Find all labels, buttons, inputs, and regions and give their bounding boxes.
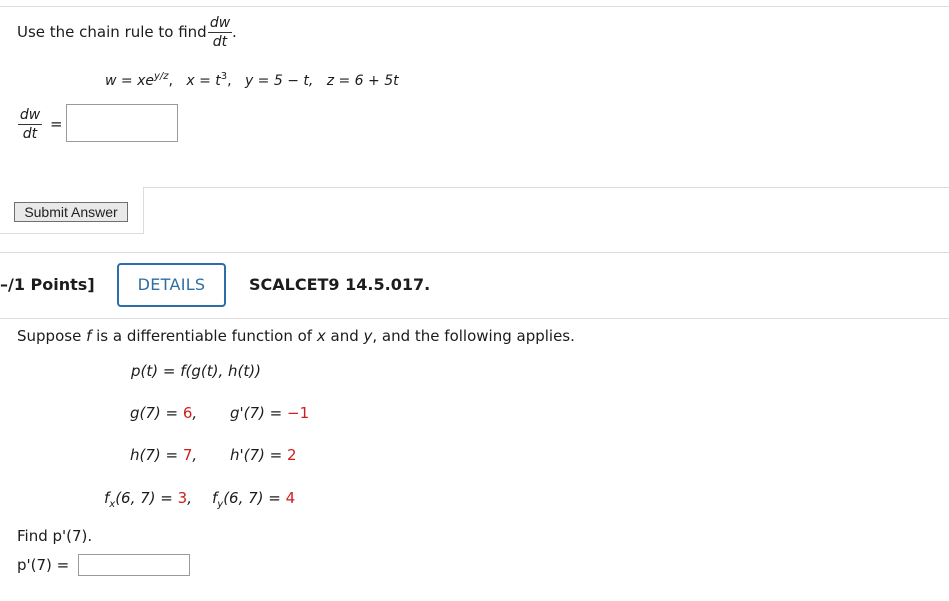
h7-number: 7 [182, 446, 193, 464]
fraction-denominator: dt [22, 126, 38, 142]
submit-answer-button[interactable]: Submit Answer [14, 202, 128, 222]
hp7-number: 2 [286, 446, 297, 464]
q1-answer-lhs-fraction: dw dt [18, 106, 42, 143]
comma: , [227, 73, 232, 89]
fraction-numerator: dw [18, 107, 42, 125]
hp7-value: h'(7) = 2 [230, 446, 297, 464]
eq-z: z = 6 + 5t [326, 73, 399, 89]
fraction-numerator: dw [208, 15, 232, 33]
fy-value: fy(6, 7) = 4 [212, 489, 296, 510]
q2-intro: Suppose f is a differentiable function o… [17, 327, 575, 345]
intro-text: and [325, 327, 364, 345]
g7-value: g(7) = 6, [130, 404, 198, 422]
gp7-value: g'(7) = −1 [230, 404, 310, 422]
q2-points: –/1 Points] [0, 275, 95, 294]
q2-answer-input[interactable] [78, 554, 190, 576]
top-divider [0, 6, 949, 7]
fy-number: 4 [285, 489, 296, 507]
fx-value: fx(6, 7) = 3, [104, 489, 192, 510]
q2-find: Find p'(7). [17, 527, 93, 545]
intro-text: Suppose [17, 327, 87, 345]
comma: , [168, 73, 173, 89]
q1-equals: = [50, 115, 63, 133]
eq-w: w = xe [105, 73, 154, 89]
q2-header-bottom-divider [0, 318, 949, 319]
eq-x: x = t [186, 73, 221, 89]
q2-code: SCALCET9 14.5.017. [249, 275, 431, 294]
q2-header-top-divider [0, 252, 949, 253]
h7-value: h(7) = 7, [130, 446, 198, 464]
q2-answer-lhs: p'(7) = [17, 556, 70, 574]
submit-frame-bottom [0, 233, 144, 234]
prompt-period: . [232, 23, 237, 41]
submit-frame-top [143, 187, 949, 188]
page: Use the chain rule to find dw dt . w = x… [0, 0, 949, 601]
q1-prompt: Use the chain rule to find [17, 23, 207, 41]
g7-number: 6 [182, 404, 193, 422]
gp7-number: −1 [287, 404, 310, 422]
eq-x-exponent: 3 [220, 71, 228, 82]
intro-text: is a differentiable function of [91, 327, 317, 345]
fx-number: 3 [177, 489, 188, 507]
p-definition: p(t) = f(g(t), h(t)) [131, 362, 261, 380]
intro-x: x [316, 327, 326, 345]
intro-text: , and the following applies. [372, 327, 575, 345]
eq-y: y = 5 − t, [244, 73, 314, 89]
details-button[interactable]: DETAILS [117, 263, 226, 307]
q1-answer-input[interactable] [66, 104, 178, 142]
submit-frame-side [143, 187, 144, 233]
eq-w-exponent: y/z [153, 71, 169, 82]
q1-prompt-fraction: dw dt [208, 14, 232, 51]
q1-equations: w = xey/z, x = t3, y = 5 − t, z = 6 + 5t [105, 71, 399, 89]
fraction-denominator: dt [212, 34, 228, 50]
